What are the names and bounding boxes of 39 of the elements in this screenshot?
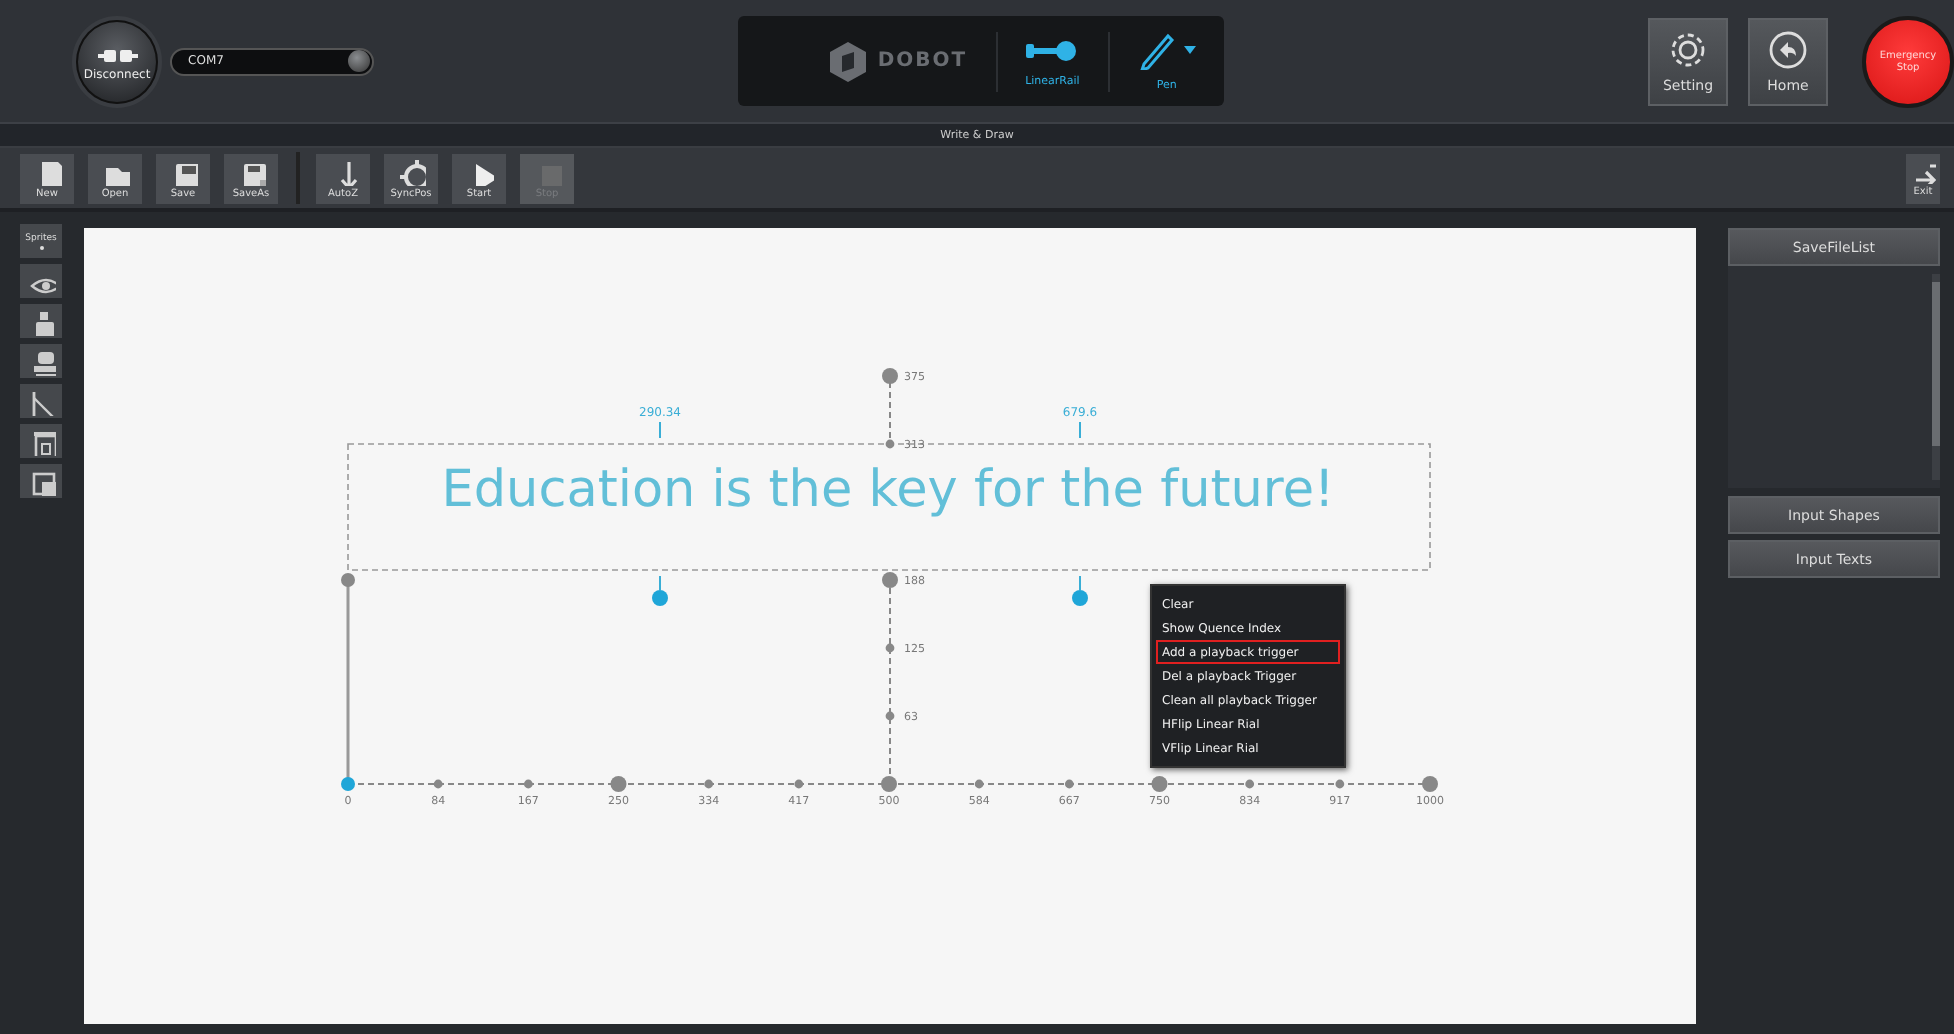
tool-button[interactable]	[20, 304, 62, 338]
home-icon	[1768, 29, 1808, 69]
tool-button[interactable]	[20, 464, 62, 498]
axis-point[interactable]	[885, 643, 895, 653]
pen-icon	[1137, 30, 1178, 70]
axis-point[interactable]	[881, 776, 897, 792]
logo-icon	[825, 39, 870, 83]
handwriting-text: Education is the key for the future!	[439, 460, 1337, 522]
triangle-ruler-icon	[27, 387, 55, 415]
linear-rail-icon	[1026, 35, 1079, 65]
axis-point[interactable]	[1422, 776, 1438, 792]
rail-end-point[interactable]	[341, 573, 355, 587]
axis-point[interactable]	[704, 779, 714, 789]
layers-icon	[27, 467, 55, 495]
tool-button[interactable]	[20, 424, 62, 458]
axis-point[interactable]	[610, 776, 627, 792]
axis-point[interactable]	[885, 711, 895, 721]
axis-point[interactable]	[1064, 779, 1074, 789]
origin-point[interactable]	[341, 777, 355, 791]
axis-point[interactable]	[1151, 776, 1168, 792]
brand-logo: DOBOT	[877, 50, 968, 72]
caret-icon	[1183, 46, 1196, 54]
axis-point[interactable]	[1245, 779, 1255, 789]
scrollbar-thumb[interactable]	[1932, 282, 1940, 447]
crosshair-icon	[397, 157, 425, 185]
tool-button[interactable]	[20, 384, 62, 418]
axis-point[interactable]	[794, 779, 804, 789]
gear-icon	[1668, 29, 1708, 69]
axis-point[interactable]	[523, 779, 533, 789]
tool-button[interactable]	[20, 344, 62, 378]
exit-icon	[1911, 159, 1935, 183]
axis-point[interactable]	[433, 779, 443, 789]
tool-button[interactable]	[20, 264, 62, 298]
dropdown-knob-icon[interactable]	[347, 50, 370, 72]
axis-point[interactable]	[1335, 779, 1345, 789]
axis-point[interactable]	[974, 779, 984, 789]
axis-point[interactable]	[885, 439, 895, 449]
axis-point[interactable]	[882, 572, 898, 588]
axis-point[interactable]	[882, 368, 898, 384]
